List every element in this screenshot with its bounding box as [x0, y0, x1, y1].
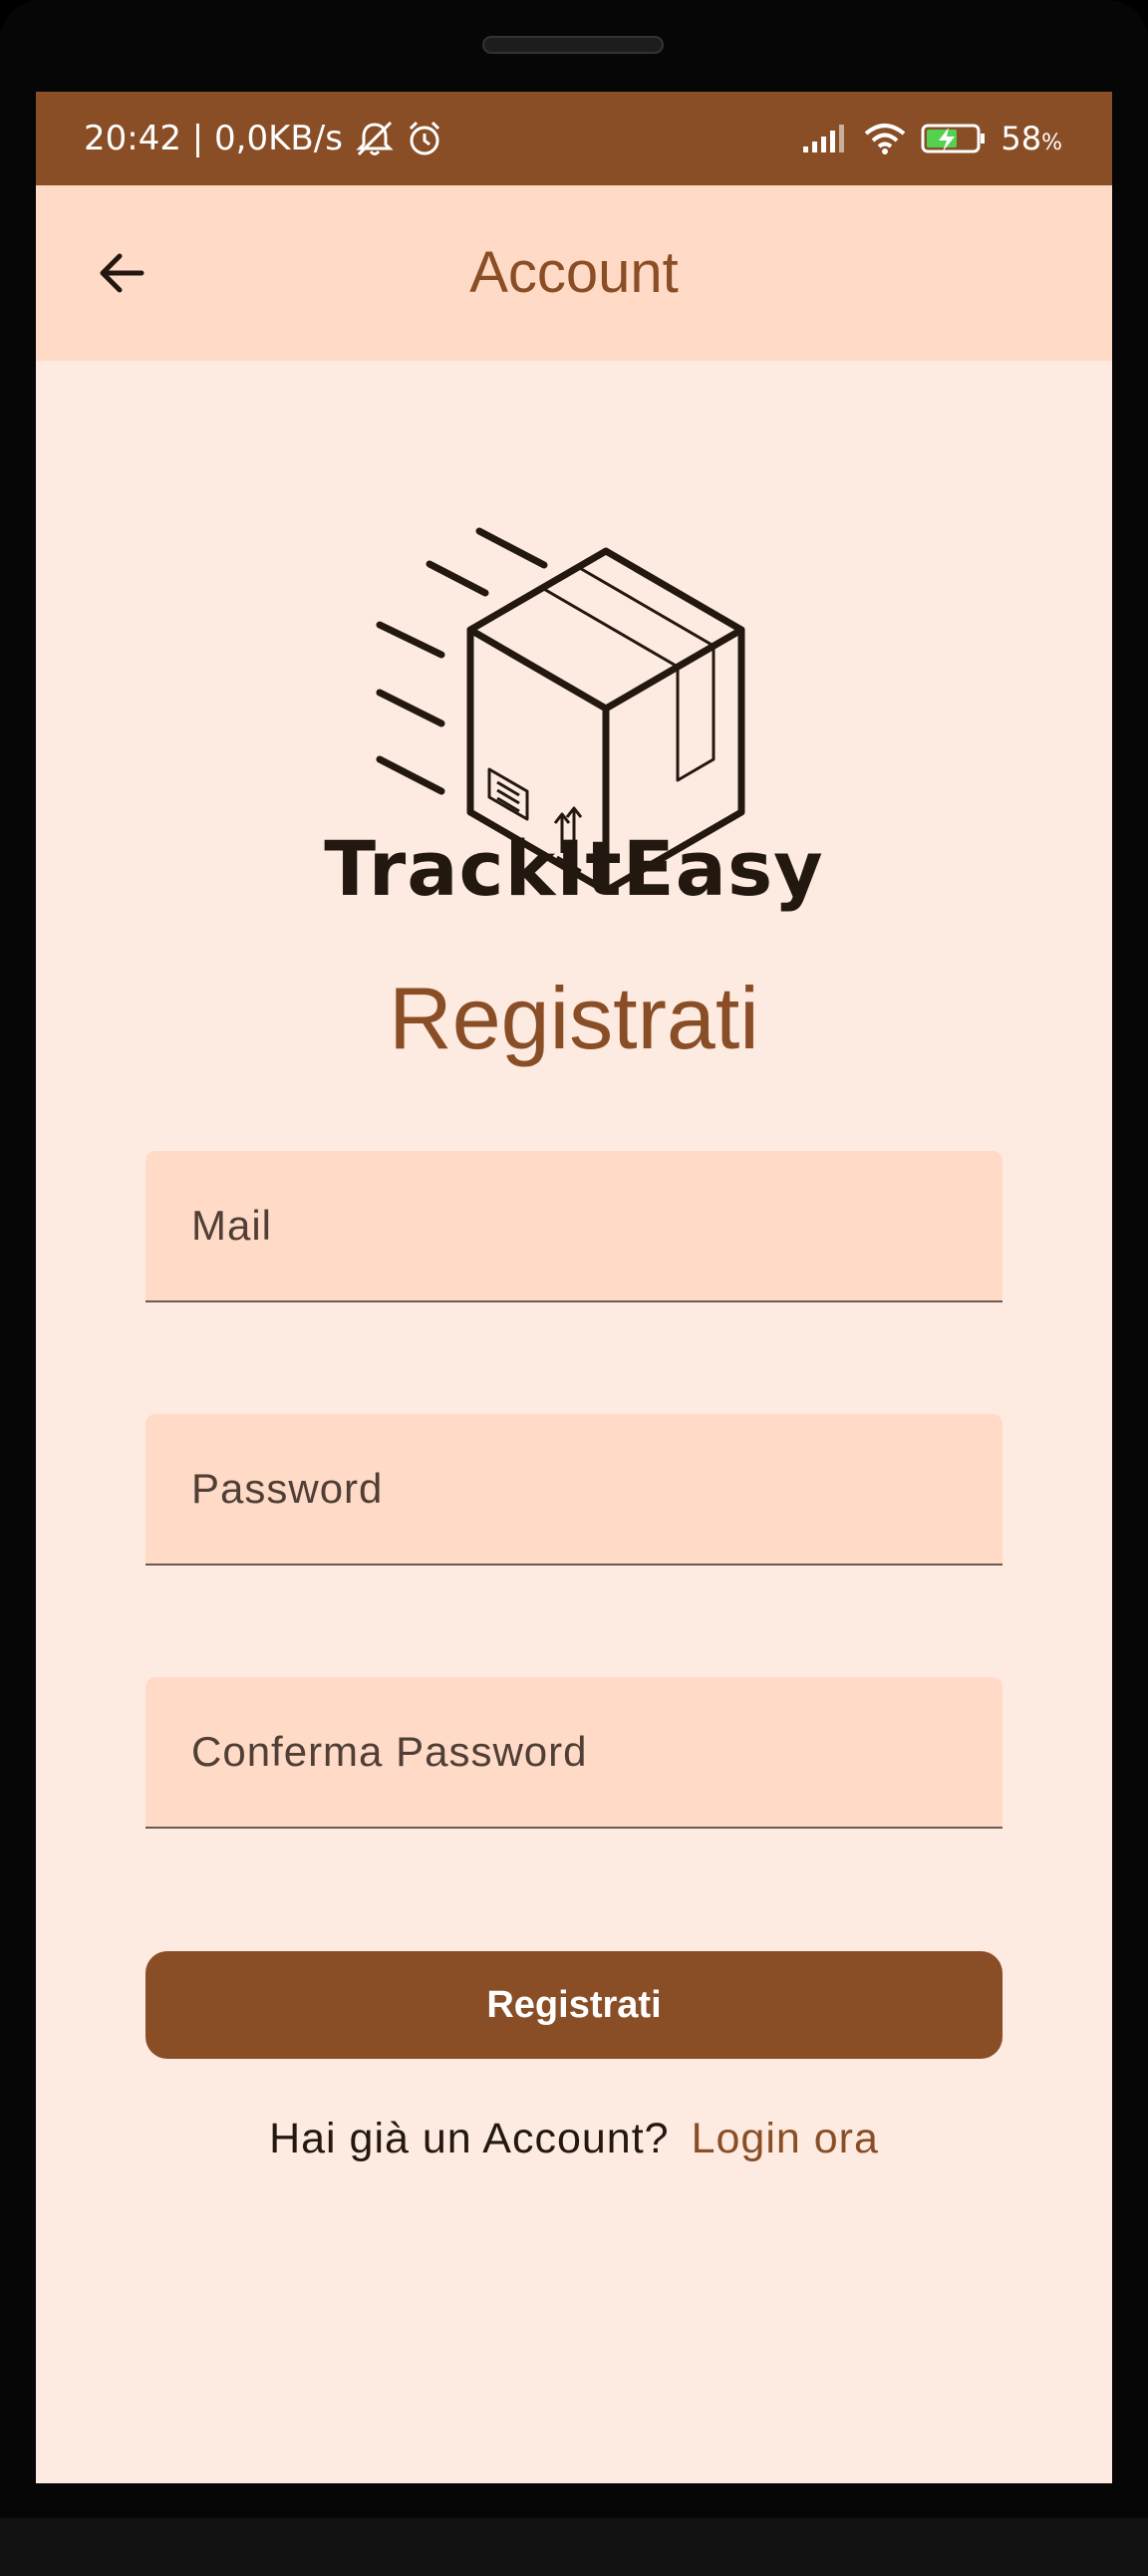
login-question: Hai già un Account?: [269, 2115, 670, 2162]
arrow-left-icon: [100, 253, 144, 293]
signal-icon: [803, 125, 845, 152]
confirm-password-field-container: [145, 1677, 1003, 1829]
confirm-password-input[interactable]: [145, 1677, 1003, 1827]
battery-percent: 58%: [1001, 120, 1062, 157]
app-bar: Account: [36, 185, 1112, 361]
status-left: 20:42 | 0,0KB/s: [84, 92, 444, 185]
earpiece-speaker: [482, 36, 664, 54]
register-button[interactable]: Registrati: [145, 1951, 1003, 2059]
status-right: 58%: [801, 92, 1062, 185]
alarm-icon: [409, 121, 439, 155]
battery-charging-icon: [921, 124, 986, 153]
password-input[interactable]: [145, 1414, 1003, 1564]
mute-bell-icon: [356, 121, 394, 156]
bottom-bezel: [0, 2518, 1148, 2576]
register-heading: Registrati: [389, 969, 759, 1067]
status-bar: 20:42 | 0,0KB/s 58%: [36, 92, 1112, 185]
status-time-speed: 20:42 | 0,0KB/s: [84, 119, 343, 158]
wifi-icon: [865, 124, 906, 154]
mail-input[interactable]: [145, 1151, 1003, 1300]
mail-field-container: [145, 1151, 1003, 1302]
battery-percent-unit: %: [1041, 131, 1062, 155]
login-now-link[interactable]: Login ora: [692, 2115, 879, 2162]
screen: 20:42 | 0,0KB/s 58% Account TrackItEasy …: [36, 92, 1112, 2483]
password-field-container: [145, 1414, 1003, 1566]
back-button[interactable]: [76, 227, 167, 319]
app-bar-title: Account: [469, 240, 679, 305]
phone-frame: 20:42 | 0,0KB/s 58% Account TrackItEasy …: [0, 0, 1148, 2576]
logo-wordmark: TrackItEasy: [324, 824, 824, 913]
login-prompt: Hai già un Account? Login ora: [36, 2115, 1112, 2163]
